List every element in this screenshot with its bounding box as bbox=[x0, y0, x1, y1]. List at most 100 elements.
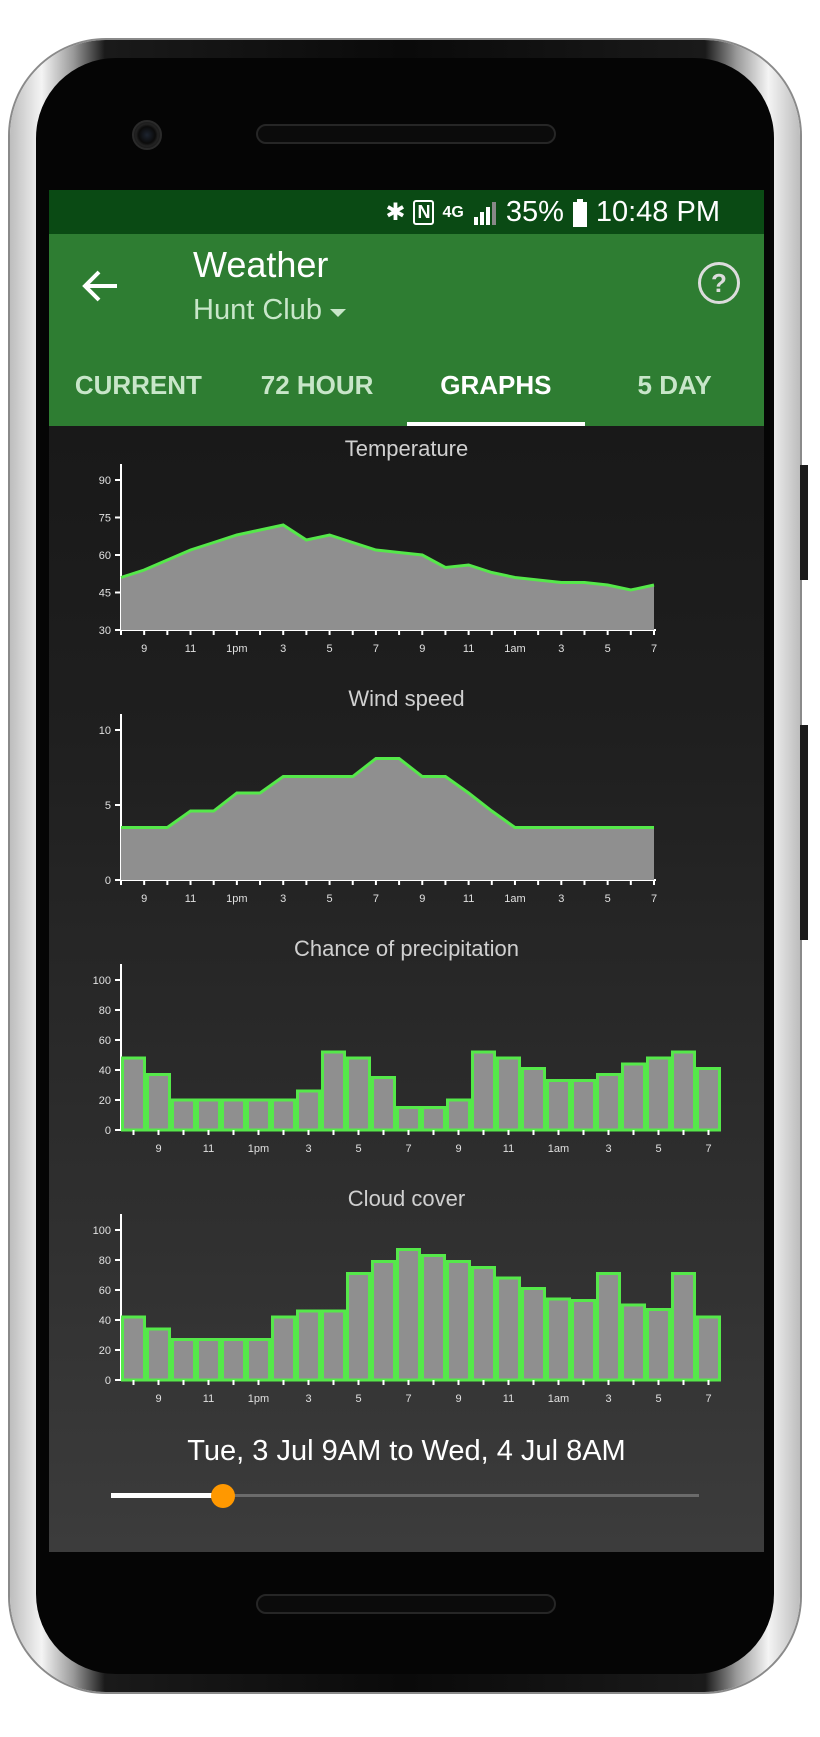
x-tick-label: 3 bbox=[558, 643, 564, 655]
bar bbox=[121, 1315, 146, 1382]
bar bbox=[371, 1260, 396, 1382]
x-tick-label: 11 bbox=[503, 1393, 514, 1405]
help-circle-icon[interactable]: ? bbox=[698, 262, 740, 304]
x-tick-label: 5 bbox=[655, 1393, 661, 1405]
tab-current[interactable]: CURRENT bbox=[49, 350, 228, 426]
x-tick-label: 5 bbox=[655, 1143, 661, 1155]
x-tick-label: 11 bbox=[463, 893, 474, 905]
page-title: Weather bbox=[193, 244, 329, 285]
x-tick-label: 9 bbox=[419, 643, 425, 655]
x-tick-label: 3 bbox=[305, 1393, 311, 1405]
x-tick-label: 7 bbox=[705, 1143, 711, 1155]
y-tick-label: 75 bbox=[99, 513, 111, 525]
x-tick-label: 9 bbox=[455, 1143, 461, 1155]
chevron-down-icon bbox=[329, 308, 346, 317]
x-tick-label: 3 bbox=[280, 893, 286, 905]
bar bbox=[271, 1315, 296, 1382]
bar bbox=[471, 1266, 496, 1382]
y-tick-label: 5 bbox=[105, 800, 111, 812]
bar bbox=[321, 1050, 346, 1132]
series-area bbox=[121, 758, 654, 880]
bar bbox=[396, 1248, 421, 1382]
bar bbox=[371, 1076, 396, 1132]
chart-title: Wind speed bbox=[348, 686, 465, 711]
x-tick-label: 9 bbox=[419, 893, 425, 905]
signal-icon bbox=[473, 201, 496, 225]
bar bbox=[646, 1056, 671, 1132]
x-tick-label: 3 bbox=[280, 643, 286, 655]
bar bbox=[496, 1056, 521, 1132]
x-tick-label: 9 bbox=[155, 1143, 161, 1155]
bar bbox=[271, 1098, 296, 1132]
x-tick-label: 1pm bbox=[248, 1143, 269, 1155]
app-bar: Weather Hunt Club ? bbox=[49, 234, 764, 350]
bar bbox=[621, 1303, 646, 1382]
bar bbox=[546, 1297, 571, 1382]
bar bbox=[546, 1079, 571, 1132]
tab-72-hour[interactable]: 72 HOUR bbox=[228, 350, 407, 426]
bar bbox=[621, 1062, 646, 1132]
x-tick-label: 1am bbox=[504, 893, 525, 905]
bar bbox=[446, 1260, 471, 1382]
x-tick-label: 3 bbox=[305, 1143, 311, 1155]
bar bbox=[296, 1309, 321, 1382]
status-bar: ✱ N 4G 35% 10:48 PM bbox=[49, 190, 764, 234]
y-tick-label: 20 bbox=[99, 1095, 111, 1107]
x-tick-label: 3 bbox=[605, 1393, 611, 1405]
chart-title: Chance of precipitation bbox=[293, 936, 520, 961]
power-button bbox=[800, 465, 808, 580]
time-range-slider[interactable] bbox=[111, 1481, 699, 1511]
y-tick-label: 100 bbox=[93, 1225, 111, 1237]
x-tick-label: 1am bbox=[504, 643, 525, 655]
bar bbox=[196, 1098, 221, 1132]
battery-percent: 35% bbox=[505, 196, 564, 228]
x-tick-label: 7 bbox=[373, 643, 379, 655]
x-tick-label: 3 bbox=[558, 893, 564, 905]
y-tick-label: 60 bbox=[99, 1035, 111, 1047]
tab-indicator bbox=[406, 422, 586, 426]
y-tick-label: 45 bbox=[99, 588, 111, 600]
bar bbox=[571, 1299, 596, 1382]
tab-5-day[interactable]: 5 DAY bbox=[585, 350, 764, 426]
bar bbox=[396, 1106, 421, 1132]
bar bbox=[671, 1050, 696, 1132]
bar bbox=[646, 1308, 671, 1382]
x-tick-label: 1pm bbox=[248, 1393, 269, 1405]
y-tick-label: 10 bbox=[99, 725, 111, 737]
x-tick-label: 3 bbox=[605, 1143, 611, 1155]
y-tick-label: 80 bbox=[99, 1005, 111, 1017]
location-dropdown[interactable]: Hunt Club bbox=[193, 294, 346, 327]
bar bbox=[671, 1272, 696, 1382]
tab-label: 72 HOUR bbox=[260, 370, 374, 400]
bar bbox=[496, 1276, 521, 1382]
x-tick-label: 1am bbox=[548, 1393, 569, 1405]
status-time: 10:48 PM bbox=[595, 196, 720, 228]
4g-lte-icon: 4G bbox=[442, 203, 464, 221]
bar bbox=[471, 1050, 496, 1132]
arrow-left-icon[interactable] bbox=[79, 264, 123, 308]
cloud-cover-chart: Cloud cover 0 20 40 60 80 100 9 11 1pm 3 5 7 9 11 1am 3… bbox=[49, 1186, 764, 1416]
y-tick-label: 90 bbox=[99, 475, 111, 487]
bar bbox=[196, 1338, 221, 1382]
precipitation-chart: Chance of precipitation 0 20 40 60 80 100 9 11 1… bbox=[49, 936, 764, 1166]
tab-label: 5 DAY bbox=[637, 370, 712, 400]
volume-button bbox=[800, 725, 808, 940]
top-speaker bbox=[256, 124, 556, 144]
bar bbox=[346, 1272, 371, 1382]
x-tick-label: 9 bbox=[155, 1393, 161, 1405]
bluetooth-icon: ✱ bbox=[385, 199, 406, 226]
bar bbox=[321, 1309, 346, 1382]
bar bbox=[696, 1067, 721, 1132]
slider-thumb[interactable] bbox=[210, 1484, 235, 1508]
x-tick-label: 1am bbox=[548, 1143, 569, 1155]
y-tick-label: 0 bbox=[105, 1125, 111, 1137]
slider-fill bbox=[111, 1493, 223, 1498]
bar bbox=[421, 1254, 446, 1382]
x-tick-label: 5 bbox=[327, 643, 333, 655]
bar bbox=[421, 1106, 446, 1132]
front-camera bbox=[132, 120, 162, 150]
series-area bbox=[121, 525, 654, 630]
tab-graphs[interactable]: GRAPHS bbox=[406, 350, 586, 426]
y-tick-label: 0 bbox=[105, 875, 111, 887]
y-tick-label: 100 bbox=[93, 975, 111, 987]
